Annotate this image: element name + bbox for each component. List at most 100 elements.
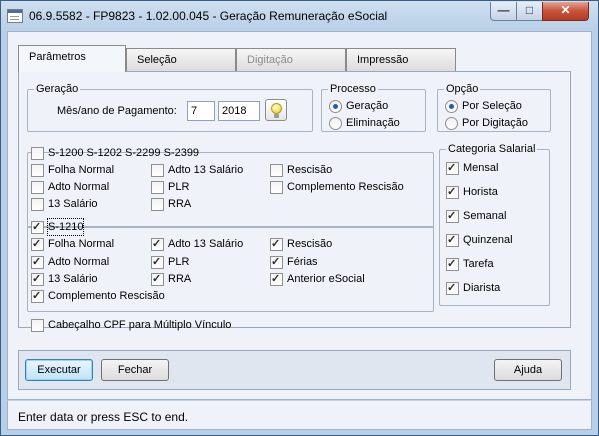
- checkbox-label: Diarista: [463, 282, 501, 294]
- checkbox-control[interactable]: [151, 181, 164, 194]
- ajuda-button[interactable]: Ajuda: [494, 359, 562, 381]
- checkbox-label: S-1210: [46, 218, 85, 236]
- close-icon: ✕: [560, 3, 571, 17]
- check-icon: ✓: [447, 162, 457, 174]
- checkbox-label: Adto Normal: [48, 181, 110, 193]
- checkbox-label: S-1200 S-1202 S-2299 S-2399: [48, 147, 200, 159]
- check-icon: ✓: [447, 234, 457, 246]
- checkbox-s1210-group[interactable]: ✓ S-1210: [31, 218, 85, 236]
- minimize-button[interactable]: —: [490, 2, 517, 21]
- executar-button[interactable]: Executar: [25, 359, 93, 381]
- checkbox-label: Mensal: [463, 162, 499, 174]
- checkbox-label: Férias: [287, 256, 318, 268]
- mes-ano-label: Mês/ano de Pagamento:: [57, 105, 177, 117]
- checkbox-control[interactable]: ✓: [446, 210, 459, 223]
- checkbox-label: RRA: [168, 273, 192, 285]
- checkbox-control[interactable]: ✓: [270, 273, 283, 286]
- checkbox-control[interactable]: ✓: [31, 256, 44, 269]
- checkbox-control[interactable]: [151, 164, 164, 177]
- checkbox-label: 13 Salário: [48, 198, 98, 210]
- radio-label: Por Digitação: [462, 117, 529, 129]
- lookup-button[interactable]: [265, 99, 287, 121]
- checkbox-control[interactable]: ✓: [446, 234, 459, 247]
- checkbox-label: Tarefa: [463, 258, 494, 270]
- checkbox-label: Complemento Rescisão: [287, 181, 404, 193]
- group-categoria-legend: Categoria Salarial: [446, 143, 538, 155]
- checkbox-label: Rescisão: [287, 164, 333, 176]
- checkbox-control[interactable]: [151, 198, 164, 211]
- ano-field[interactable]: 2018: [218, 101, 260, 121]
- checkbox-control[interactable]: [31, 164, 44, 177]
- checkbox-label: Complemento Rescisão: [48, 290, 165, 302]
- checkbox-control[interactable]: ✓: [31, 238, 44, 251]
- check-icon: ✓: [32, 238, 42, 250]
- tab-label: Parâmetros: [29, 51, 86, 63]
- button-bar: Executar Fechar Ajuda: [18, 350, 571, 390]
- mes-field[interactable]: 7: [187, 101, 215, 121]
- tab-impressao[interactable]: Impressão: [346, 48, 456, 71]
- tab-label: Digitação: [247, 54, 293, 66]
- radio-dot: [449, 104, 454, 109]
- check-icon: ✓: [271, 273, 281, 285]
- tab-label: Impressão: [357, 54, 409, 66]
- radio-label: Por Seleção: [462, 100, 522, 112]
- checkbox-s1200-group[interactable]: S-1200 S-1202 S-2299 S-2399: [31, 145, 199, 161]
- checkbox-label: Rescisão: [287, 238, 333, 250]
- window-title: 06.9.5582 - FP9823 - 1.02.00.045 - Geraç…: [29, 9, 388, 23]
- checkbox-label: PLR: [168, 256, 190, 268]
- checkbox-control[interactable]: ✓: [151, 238, 164, 251]
- checkbox-label: Adto 13 Salário: [168, 238, 244, 250]
- maximize-button[interactable]: □: [516, 2, 543, 21]
- checkbox-control[interactable]: ✓: [151, 273, 164, 286]
- check-icon: ✓: [152, 256, 162, 268]
- radio-control[interactable]: [445, 100, 458, 113]
- tab-selecao[interactable]: Seleção: [126, 48, 236, 71]
- checkbox-control[interactable]: ✓: [151, 256, 164, 269]
- tab-panel-parametros: Geração Mês/ano de Pagamento: 7 2018 Pro…: [18, 71, 571, 332]
- checkbox-control[interactable]: ✓: [31, 273, 44, 286]
- check-icon: ✓: [32, 221, 42, 233]
- tab-parametros[interactable]: Parâmetros: [18, 45, 126, 72]
- checkbox-control[interactable]: ✓: [446, 186, 459, 199]
- checkbox-control[interactable]: ✓: [446, 282, 459, 295]
- checkbox-control[interactable]: ✓: [446, 162, 459, 175]
- check-icon: ✓: [447, 210, 457, 222]
- checkbox-control[interactable]: [270, 164, 283, 177]
- close-button[interactable]: ✕: [542, 2, 589, 21]
- checkbox-control[interactable]: ✓: [270, 256, 283, 269]
- tab-label: Seleção: [137, 54, 177, 66]
- radio-dot: [333, 104, 338, 109]
- title-bar[interactable]: 06.9.5582 - FP9823 - 1.02.00.045 - Geraç…: [1, 1, 598, 31]
- group-geracao-legend: Geração: [34, 83, 81, 95]
- checkbox-label: Cabeçalho CPF para Múltiplo Vínculo: [48, 319, 232, 331]
- checkbox-control[interactable]: ✓: [31, 290, 44, 303]
- maximize-icon: □: [525, 3, 534, 17]
- group-processo-legend: Processo: [328, 83, 378, 95]
- check-icon: ✓: [447, 282, 457, 294]
- status-text: Enter data or press ESC to end.: [18, 410, 189, 424]
- check-icon: ✓: [32, 290, 42, 302]
- fechar-button[interactable]: Fechar: [101, 359, 169, 381]
- status-bar: Enter data or press ESC to end.: [7, 400, 592, 430]
- app-icon: [7, 9, 23, 23]
- checkbox-control[interactable]: [31, 147, 44, 160]
- checkbox-label: Quinzenal: [463, 234, 513, 246]
- check-icon: ✓: [32, 273, 42, 285]
- checkbox-label: Horista: [463, 186, 498, 198]
- checkbox-label: Folha Normal: [48, 238, 115, 250]
- tab-digitacao[interactable]: Digitação: [236, 48, 346, 71]
- checkbox-control[interactable]: [31, 181, 44, 194]
- tab-control: Parâmetros Seleção Digitação Impressão G…: [18, 44, 571, 332]
- checkbox-control[interactable]: ✓: [31, 221, 44, 234]
- radio-control[interactable]: [445, 117, 458, 130]
- checkbox-control[interactable]: [31, 198, 44, 211]
- checkbox-control[interactable]: [270, 181, 283, 194]
- checkbox-label: Adto Normal: [48, 256, 110, 268]
- checkbox-control[interactable]: ✓: [270, 238, 283, 251]
- radio-control[interactable]: [329, 100, 342, 113]
- client-area: Parâmetros Seleção Digitação Impressão G…: [7, 31, 592, 400]
- radio-control[interactable]: [329, 117, 342, 130]
- checkbox-control[interactable]: [31, 319, 44, 332]
- checkbox-control[interactable]: ✓: [446, 258, 459, 271]
- checkbox-label: Adto 13 Salário: [168, 164, 244, 176]
